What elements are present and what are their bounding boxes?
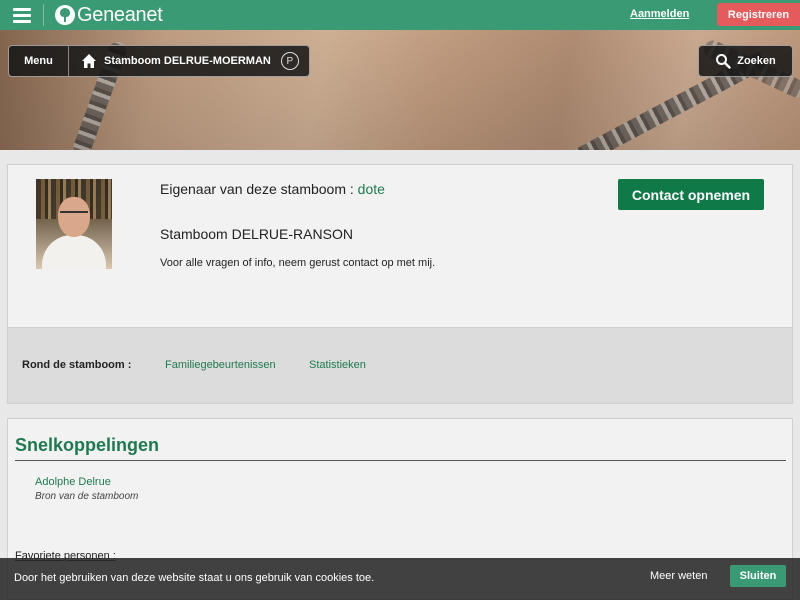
divider bbox=[15, 460, 786, 461]
quicklinks-title: Snelkoppelingen bbox=[15, 435, 160, 455]
owner-name-link[interactable]: dote bbox=[358, 181, 385, 197]
geneanet-logo[interactable]: Geneanet bbox=[55, 3, 163, 27]
contact-button[interactable]: Contact opnemen bbox=[618, 179, 764, 210]
home-icon bbox=[82, 54, 96, 68]
breadcrumb: Menu Stamboom DELRUE-MOERMAN P bbox=[8, 45, 310, 77]
cookie-banner: Door het gebruiken van deze website staa… bbox=[0, 558, 800, 600]
cookie-close-button[interactable]: Sluiten bbox=[730, 565, 786, 587]
menu-icon[interactable] bbox=[0, 0, 44, 30]
root-person-role: Bron van de stamboom bbox=[35, 491, 139, 502]
owner-avatar[interactable] bbox=[36, 179, 112, 269]
tree-name: Stamboom DELRUE-RANSON bbox=[160, 226, 353, 242]
search-label: Zoeken bbox=[737, 55, 776, 67]
menu-button[interactable]: Menu bbox=[9, 46, 69, 76]
statistics-link[interactable]: Statistieken bbox=[309, 359, 366, 371]
around-label: Rond de stamboom : bbox=[22, 359, 132, 371]
search-button[interactable]: Zoeken bbox=[698, 45, 793, 77]
family-events-link[interactable]: Familiegebeurtenissen bbox=[165, 359, 276, 371]
top-bar: Geneanet Aanmelden Registreren bbox=[0, 0, 800, 30]
owner-line: Eigenaar van deze stamboom : dote bbox=[160, 181, 385, 197]
around-tree-bar: Rond de stamboom : Familiegebeurtenissen… bbox=[8, 327, 792, 403]
owner-card: Eigenaar van deze stamboom : dote Contac… bbox=[7, 164, 793, 404]
tree-title: Stamboom DELRUE-MOERMAN bbox=[104, 55, 271, 67]
premium-icon: P bbox=[280, 52, 299, 70]
logo-text: Geneanet bbox=[77, 3, 163, 26]
search-icon bbox=[716, 54, 731, 69]
login-link[interactable]: Aanmelden bbox=[630, 8, 689, 20]
owner-prefix: Eigenaar van deze stamboom : bbox=[160, 181, 358, 197]
cookie-text: Door het gebruiken van deze website staa… bbox=[14, 572, 375, 584]
cookie-more-link[interactable]: Meer weten bbox=[650, 570, 707, 582]
tree-link[interactable]: Stamboom DELRUE-MOERMAN P bbox=[69, 46, 309, 76]
tree-logo-icon bbox=[55, 5, 75, 25]
register-button[interactable]: Registreren bbox=[717, 3, 800, 26]
tree-description: Voor alle vragen of info, neem gerust co… bbox=[160, 257, 436, 269]
root-person-link[interactable]: Adolphe Delrue bbox=[35, 476, 111, 488]
